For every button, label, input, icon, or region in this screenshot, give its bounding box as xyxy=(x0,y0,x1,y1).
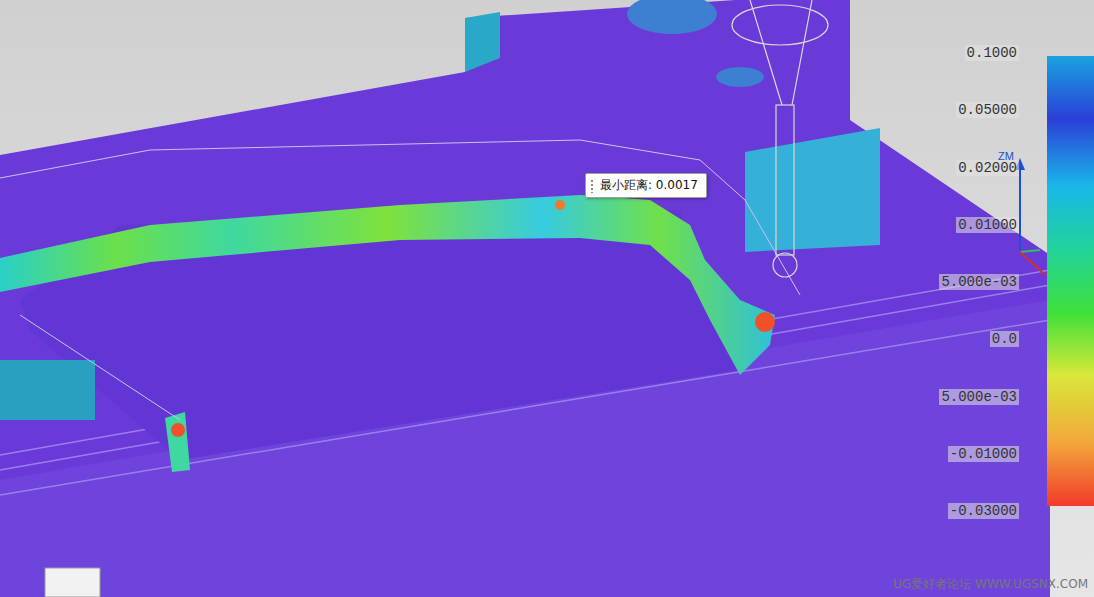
tool-icon[interactable] xyxy=(732,0,828,277)
color-legend: 0.1000 0.05000 0.02000 0.01000 5.000e-03 0.0 5… xyxy=(939,45,1094,519)
legend-label: 5.000e-03 xyxy=(939,274,1019,290)
legend-bar xyxy=(1047,56,1094,506)
tooltip-text: 最小距离: 0.0017 xyxy=(600,177,698,194)
hole xyxy=(627,0,717,34)
grip-icon[interactable] xyxy=(590,179,594,193)
legend-label: -0.03000 xyxy=(948,503,1019,519)
model-view[interactable]: ZM xyxy=(0,0,1094,597)
bottom-pocket xyxy=(0,360,95,420)
legend-label: 0.01000 xyxy=(956,217,1019,233)
view-cube[interactable] xyxy=(45,568,100,597)
deviation-spot xyxy=(555,200,565,210)
edge-lines xyxy=(0,140,800,420)
plate-top xyxy=(0,0,1050,597)
legend-label: 0.05000 xyxy=(956,102,1019,118)
deviation-spot xyxy=(755,312,775,332)
hole xyxy=(716,67,764,87)
legend-label: 0.0 xyxy=(990,331,1019,347)
legend-label: 0.1000 xyxy=(965,45,1019,61)
legend-label: 5.000e-03 xyxy=(939,389,1019,405)
pocket-face xyxy=(745,128,880,252)
distance-tooltip: 最小距离: 0.0017 xyxy=(585,173,707,198)
deviation-spot xyxy=(171,423,185,437)
legend-label: 0.02000 xyxy=(956,160,1019,176)
deviation-wall xyxy=(165,412,190,472)
deviation-wall xyxy=(0,195,775,375)
graphics-window[interactable]: ZM最小距离: 0.0017 0.1000 0.05000 0.02000 0.0100… xyxy=(0,0,1094,597)
watermark: UG爱好者论坛 WWW.UGSNX.COM xyxy=(893,576,1088,593)
legend-labels: 0.1000 0.05000 0.02000 0.01000 5.000e-03 0.0 5… xyxy=(939,45,1019,519)
plate-side xyxy=(465,12,500,72)
legend-label: -0.01000 xyxy=(948,446,1019,462)
